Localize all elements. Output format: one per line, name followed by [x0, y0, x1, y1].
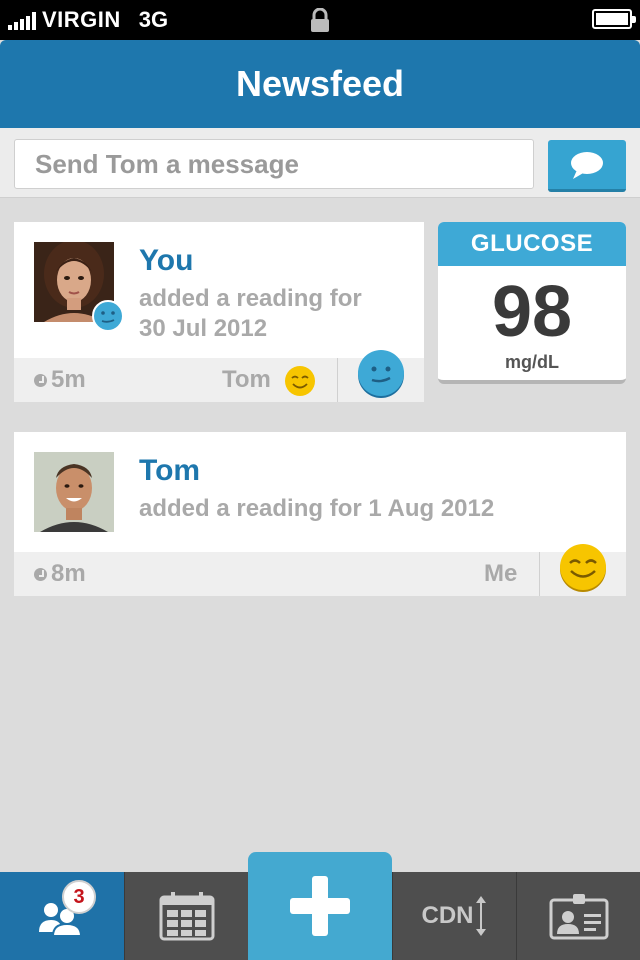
- neutral-face-icon: [92, 300, 124, 332]
- mood-button[interactable]: [356, 348, 406, 398]
- tab-cdn[interactable]: CDN: [392, 872, 516, 960]
- battery-icon: [592, 9, 636, 29]
- glucose-value: 98: [491, 272, 573, 352]
- tab-profile[interactable]: [516, 872, 640, 960]
- time-ago: 8m: [51, 560, 86, 587]
- speech-bubble-icon: [571, 151, 603, 179]
- tab-calendar[interactable]: [124, 872, 248, 960]
- add-reading-button[interactable]: [248, 852, 392, 960]
- reading-date: 30 Jul 2012: [139, 315, 268, 342]
- reactor-name: Me: [484, 560, 518, 587]
- activity-text: added a reading for: [139, 285, 362, 312]
- send-message-button[interactable]: [548, 140, 626, 192]
- carrier-name: VIRGIN: [42, 7, 121, 32]
- feed-item[interactable]: You added a reading for 30 Jul 2012 5m T…: [14, 222, 424, 402]
- plus-icon: [290, 876, 350, 936]
- nav-bar: Newsfeed: [0, 40, 640, 128]
- timestamp: 8m: [34, 560, 86, 588]
- signal-bars-icon: [8, 10, 36, 30]
- avatar: [34, 452, 114, 532]
- feed-item[interactable]: Tom added a reading for 1 Aug 2012 8m Me: [14, 432, 626, 596]
- clock-icon: [34, 567, 47, 581]
- id-card-icon: [549, 894, 608, 940]
- feed-item-footer: 5m Tom: [14, 350, 424, 402]
- tab-people[interactable]: 3: [0, 872, 124, 960]
- glucose-label: GLUCOSE: [438, 222, 626, 266]
- network-type: 3G: [138, 7, 169, 32]
- calendar-icon: [159, 892, 214, 941]
- author-name[interactable]: You: [139, 244, 193, 278]
- glucose-tile[interactable]: GLUCOSE 98 mg/dL: [438, 222, 626, 384]
- mood-button[interactable]: [558, 542, 608, 592]
- up-down-arrow-icon: [475, 896, 486, 936]
- message-input[interactable]: [14, 139, 534, 189]
- page-title: Newsfeed: [235, 63, 405, 104]
- reactor-name: Tom: [222, 366, 271, 393]
- author-name[interactable]: Tom: [139, 454, 200, 488]
- time-ago: 5m: [51, 366, 86, 393]
- feed-item-footer: 8m Me: [14, 544, 626, 596]
- status-bar: VIRGIN 3G: [0, 0, 640, 40]
- smile-icon: [285, 366, 315, 396]
- message-bar: [0, 128, 640, 198]
- timestamp: 5m: [34, 366, 86, 394]
- notification-badge: 3: [62, 880, 96, 914]
- lock-icon: [311, 8, 329, 32]
- glucose-unit: mg/dL: [505, 352, 559, 372]
- cdn-icon: CDN: [421, 902, 474, 929]
- clock-icon: [34, 373, 47, 387]
- activity-text: added a reading for 1 Aug 2012: [139, 495, 495, 522]
